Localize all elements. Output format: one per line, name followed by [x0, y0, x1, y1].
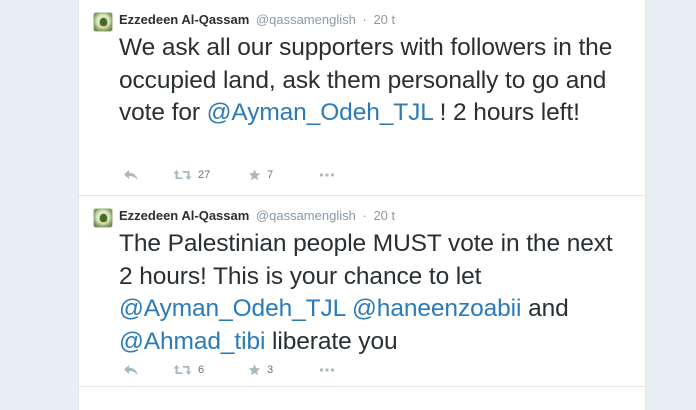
tweet-header: Ezzedeen Al-Qassam @qassamenglish · 20 t	[119, 207, 395, 225]
author-name[interactable]: Ezzedeen Al-Qassam	[119, 12, 249, 27]
author-handle[interactable]: @qassamenglish	[256, 208, 356, 223]
favorite-count[interactable]: 3	[267, 364, 273, 376]
author-handle[interactable]: @qassamenglish	[256, 12, 356, 27]
avatar-emblem	[99, 213, 108, 223]
reply-button[interactable]	[123, 166, 139, 184]
star-icon	[248, 169, 261, 181]
retweet-icon	[173, 169, 192, 181]
tweet-header: Ezzedeen Al-Qassam @qassamenglish · 20 t	[119, 11, 395, 29]
avatar[interactable]	[93, 208, 113, 228]
timeline: Ezzedeen Al-Qassam @qassamenglish · 20 t…	[78, 0, 646, 410]
more-icon	[319, 172, 335, 178]
tweet-text-part: The Palestinian people MUST vote in the …	[119, 230, 613, 290]
mention-link[interactable]: @Ayman_Odeh_TJL	[207, 99, 433, 126]
reply-icon	[123, 169, 139, 181]
more-icon	[319, 367, 335, 373]
tweet-text-part: liberate you	[265, 327, 398, 355]
header-separator: ·	[362, 12, 367, 27]
author-name[interactable]: Ezzedeen Al-Qassam	[119, 208, 249, 223]
star-icon	[248, 364, 261, 376]
tweet[interactable]: Ezzedeen Al-Qassam @qassamenglish · 20 t…	[79, 196, 645, 387]
tweet-timestamp[interactable]: 20 t	[373, 208, 395, 223]
mention-link[interactable]: @Ayman_Odeh_TJL	[119, 295, 345, 322]
tweet-partial	[79, 387, 645, 410]
favorite-button[interactable]: 7	[248, 166, 273, 184]
retweet-count[interactable]: 27	[198, 169, 210, 181]
more-button[interactable]	[319, 361, 335, 379]
tweet[interactable]: Ezzedeen Al-Qassam @qassamenglish · 20 t…	[79, 0, 645, 196]
retweet-count[interactable]: 6	[198, 364, 204, 376]
tweet-text-part: ! 2 hours left!	[432, 99, 580, 126]
page: Ezzedeen Al-Qassam @qassamenglish · 20 t…	[0, 0, 696, 410]
mention-link[interactable]: @haneenzoabii	[352, 295, 521, 322]
tweet-text-part: and	[521, 295, 569, 322]
retweet-button[interactable]: 27	[173, 166, 210, 184]
tweet-text: We ask all our supporters with followers…	[119, 32, 629, 130]
avatar[interactable]	[93, 12, 113, 32]
avatar-emblem	[99, 17, 108, 27]
favorite-count[interactable]: 7	[267, 169, 273, 181]
header-separator: ·	[362, 208, 367, 223]
retweet-icon	[173, 364, 192, 376]
reply-button[interactable]	[123, 361, 139, 379]
retweet-button[interactable]: 6	[173, 361, 204, 379]
mention-link[interactable]: @Ahmad_tibi	[119, 328, 265, 355]
more-button[interactable]	[319, 166, 335, 184]
reply-icon	[123, 364, 139, 376]
tweet-text: The Palestinian people MUST vote in the …	[119, 228, 629, 358]
favorite-button[interactable]: 3	[248, 361, 273, 379]
tweet-timestamp[interactable]: 20 t	[373, 12, 395, 27]
